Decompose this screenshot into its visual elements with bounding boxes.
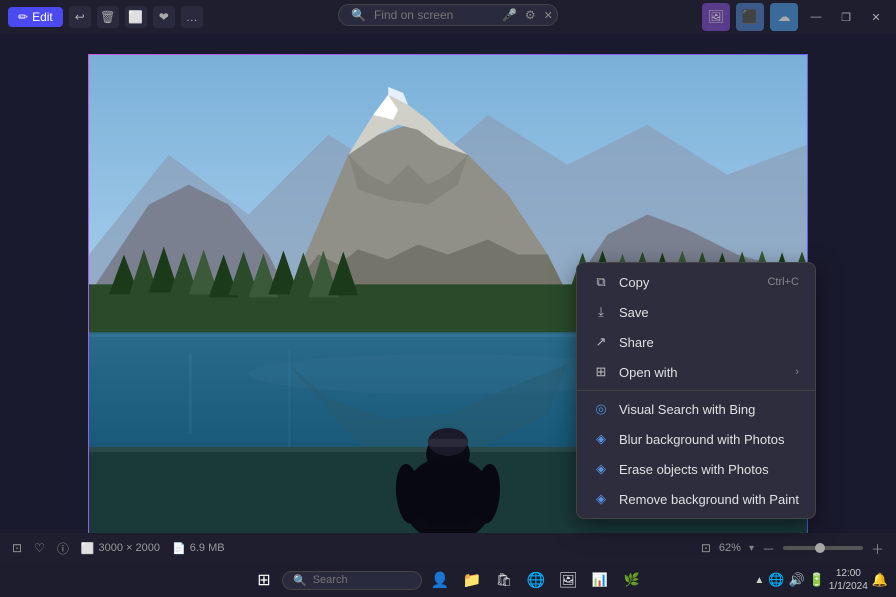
save-icon: ⤓	[593, 304, 609, 320]
zoom-percentage: 62%	[719, 542, 741, 554]
taskbar-people-icon[interactable]: 👤	[426, 566, 454, 594]
gallery-icon[interactable]: ⬛	[736, 3, 764, 31]
open-with-label: Open with	[619, 365, 785, 380]
delete-button[interactable]: 🗑	[97, 6, 119, 28]
status-bar: ⊡ ♡ ⓘ ⬜ 3000 × 2000 📄 6.9 MB ⊡ 62% ▾ － ＋	[0, 533, 896, 563]
network-icon[interactable]: 🌐	[768, 572, 784, 588]
filesize-icon: 📄	[172, 542, 186, 555]
title-bar-right: 🖼 ⬛ ☁ — ❐ ✕	[702, 3, 888, 31]
more-options-button[interactable]: …	[181, 6, 203, 28]
taskbar: ⊞ 🔍 👤 📁 🛍 🌐 🖼 📊 🌿 ▲ 🌐 🔊 🔋 12:00 1/1/2024…	[0, 563, 896, 597]
title-bar-left: ✏ Edit ↩ 🗑 ⬜ ❤ …	[8, 6, 203, 28]
menu-divider	[577, 390, 815, 391]
taskbar-search-icon: 🔍	[293, 574, 307, 587]
save-label: Save	[619, 305, 799, 320]
edit-button[interactable]: ✏ Edit	[8, 7, 63, 27]
mic-icon: 🎤	[502, 8, 517, 22]
settings-icon[interactable]: ⚙	[525, 8, 536, 22]
minimize-button[interactable]: —	[804, 5, 828, 29]
taskbar-right: ▲ 🌐 🔊 🔋 12:00 1/1/2024 🔔	[754, 567, 888, 593]
taskbar-search[interactable]: 🔍	[282, 571, 422, 590]
crop-button[interactable]: ⊡	[701, 541, 711, 555]
copy-icon: ⧉	[593, 274, 609, 290]
visual-search-label: Visual Search with Bing	[619, 402, 799, 417]
copy-label: Copy	[619, 275, 757, 290]
battery-icon[interactable]: 🔋	[809, 572, 825, 588]
photos-icon[interactable]: 🖼	[702, 3, 730, 31]
close-button[interactable]: ✕	[864, 5, 888, 29]
remove-bg-label: Remove background with Paint	[619, 492, 799, 507]
blur-icon: ◈	[593, 431, 609, 447]
filesize-text: 6.9 MB	[190, 542, 225, 554]
speaker-icon[interactable]: 🔊	[789, 572, 805, 588]
taskbar-files-icon[interactable]: 📁	[458, 566, 486, 594]
dimensions-display: ⬜ 3000 × 2000	[81, 542, 160, 555]
system-clock[interactable]: 12:00 1/1/2024	[829, 567, 868, 593]
info-button[interactable]: ⓘ	[57, 540, 69, 557]
filesize-display: 📄 6.9 MB	[172, 542, 225, 555]
zoom-dropdown-icon[interactable]: ▾	[749, 543, 754, 554]
slideshow-button[interactable]: ⊡	[12, 541, 22, 555]
title-bar: ✏ Edit ↩ 🗑 ⬜ ❤ … 🔍 🎤 ⚙ ✕ 🖼 ⬛ ☁ — ❐ ✕	[0, 0, 896, 34]
zoom-out-icon[interactable]: －	[762, 539, 775, 558]
notification-icon[interactable]: 🔔	[872, 572, 888, 588]
favorite-button[interactable]: ❤	[153, 6, 175, 28]
context-menu-blur-bg[interactable]: ◈ Blur background with Photos	[577, 424, 815, 454]
context-menu-remove-bg[interactable]: ◈ Remove background with Paint	[577, 484, 815, 514]
clock-date: 1/1/2024	[829, 580, 868, 593]
maximize-button[interactable]: ❐	[834, 5, 858, 29]
taskbar-search-input[interactable]	[313, 574, 403, 586]
undo-button[interactable]: ↩	[69, 6, 91, 28]
zoom-in-icon[interactable]: ＋	[871, 539, 884, 558]
favorite-status[interactable]: ♡	[34, 541, 45, 555]
heart-icon: ♡	[34, 541, 45, 555]
tray-arrow-icon[interactable]: ▲	[754, 575, 764, 586]
context-menu-copy[interactable]: ⧉ Copy Ctrl+C	[577, 267, 815, 297]
system-tray: ▲ 🌐 🔊 🔋	[754, 572, 824, 588]
taskbar-store-icon[interactable]: 🛍	[490, 566, 518, 594]
dimensions-text: 3000 × 2000	[99, 542, 160, 554]
context-menu: ⧉ Copy Ctrl+C ⤓ Save ↗ Share ⊞ Open with…	[576, 262, 816, 519]
taskbar-app1-icon[interactable]: 📊	[586, 566, 614, 594]
erase-objects-label: Erase objects with Photos	[619, 462, 799, 477]
blur-bg-label: Blur background with Photos	[619, 432, 799, 447]
status-right: ⊡ 62% ▾ － ＋	[701, 539, 884, 558]
close-search-icon[interactable]: ✕	[544, 9, 553, 22]
taskbar-photos-icon[interactable]: 🖼	[554, 566, 582, 594]
share-icon: ↗	[593, 334, 609, 350]
taskbar-app2-icon[interactable]: 🌿	[618, 566, 646, 594]
cloud-icon[interactable]: ☁	[770, 3, 798, 31]
context-menu-open-with[interactable]: ⊞ Open with ›	[577, 357, 815, 387]
pencil-icon: ✏	[18, 10, 28, 24]
copy-button-title[interactable]: ⬜	[125, 6, 147, 28]
erase-icon: ◈	[593, 461, 609, 477]
search-input[interactable]	[374, 8, 494, 22]
context-menu-save[interactable]: ⤓ Save	[577, 297, 815, 327]
search-bar[interactable]: 🔍 🎤 ⚙ ✕	[338, 4, 558, 26]
context-menu-visual-search[interactable]: ◎ Visual Search with Bing	[577, 394, 815, 424]
main-content: ⧉ Copy Ctrl+C ⤓ Save ↗ Share ⊞ Open with…	[0, 34, 896, 563]
share-label: Share	[619, 335, 799, 350]
start-button[interactable]: ⊞	[250, 566, 278, 594]
bing-icon: ◎	[593, 401, 609, 417]
paint-icon: ◈	[593, 491, 609, 507]
taskbar-edge-icon[interactable]: 🌐	[522, 566, 550, 594]
info-icon: ⓘ	[57, 540, 69, 557]
clock-time: 12:00	[829, 567, 868, 580]
zoom-thumb	[815, 543, 825, 553]
dimensions-icon: ⬜	[81, 542, 95, 555]
submenu-arrow: ›	[795, 366, 799, 378]
zoom-slider[interactable]	[783, 546, 863, 550]
open-with-icon: ⊞	[593, 364, 609, 380]
taskbar-center: ⊞ 🔍 👤 📁 🛍 🌐 🖼 📊 🌿	[250, 566, 646, 594]
search-icon: 🔍	[351, 8, 366, 22]
context-menu-erase-objects[interactable]: ◈ Erase objects with Photos	[577, 454, 815, 484]
copy-shortcut: Ctrl+C	[767, 276, 798, 288]
status-left: ⊡ ♡ ⓘ ⬜ 3000 × 2000 📄 6.9 MB	[12, 540, 225, 557]
context-menu-share[interactable]: ↗ Share	[577, 327, 815, 357]
slideshow-icon: ⊡	[12, 541, 22, 555]
